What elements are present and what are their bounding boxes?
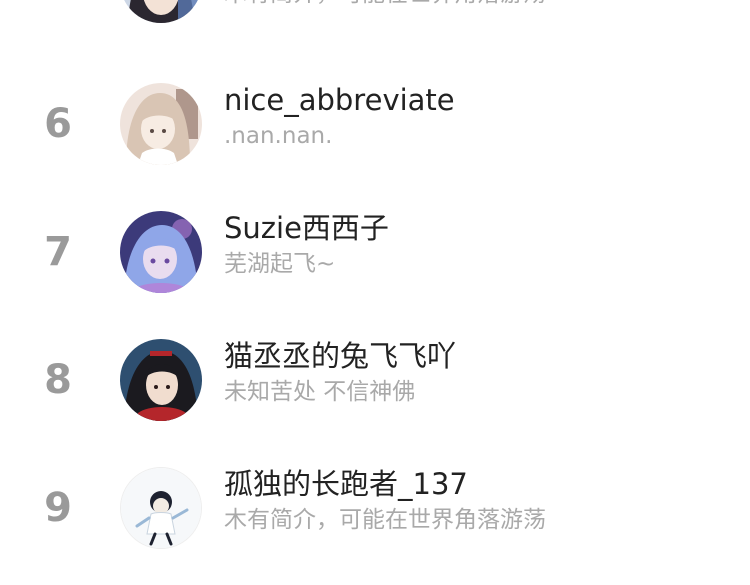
user-bio: 未知苦处 不信神佛 <box>224 379 416 405</box>
user-name[interactable]: Suzie西西子 <box>224 208 389 248</box>
avatar[interactable] <box>120 83 202 165</box>
ranking-list: 5 木有简介，可能在世界角落游荡 6 <box>0 0 750 585</box>
rank-number: 9 <box>44 485 72 531</box>
list-item[interactable]: 8 猫丞丞的兔飞飞吖 未知苦处 不信神佛 <box>0 318 750 428</box>
rank-number: 5 <box>30 0 86 6</box>
list-item[interactable]: 6 nice_abbreviate .nan.nan. <box>0 62 750 172</box>
avatar[interactable] <box>120 339 202 421</box>
rank-number: 7 <box>44 229 72 275</box>
user-bio: .nan.nan. <box>224 123 333 149</box>
list-item[interactable]: 5 木有简介，可能在世界角落游荡 <box>0 0 750 30</box>
list-item[interactable]: 7 Suzie西西子 芜湖起飞~ <box>0 190 750 300</box>
user-bio: 木有简介，可能在世界角落游荡 <box>224 507 546 533</box>
user-name[interactable]: 猫丞丞的兔飞飞吖 <box>224 336 456 376</box>
avatar[interactable] <box>120 211 202 293</box>
rank-number: 8 <box>44 357 72 403</box>
avatar[interactable] <box>120 0 202 23</box>
avatar[interactable] <box>120 467 202 549</box>
user-name[interactable]: 孤独的长跑者_137 <box>224 464 468 504</box>
user-bio: 木有简介，可能在世界角落游荡 <box>224 0 546 11</box>
user-bio: 芜湖起飞~ <box>224 251 336 277</box>
list-item[interactable]: 9 孤独的长跑者_137 木有简介，可能在世界角落游荡 <box>0 446 750 556</box>
user-name[interactable]: nice_abbreviate <box>224 80 455 120</box>
rank-number: 6 <box>44 101 72 147</box>
